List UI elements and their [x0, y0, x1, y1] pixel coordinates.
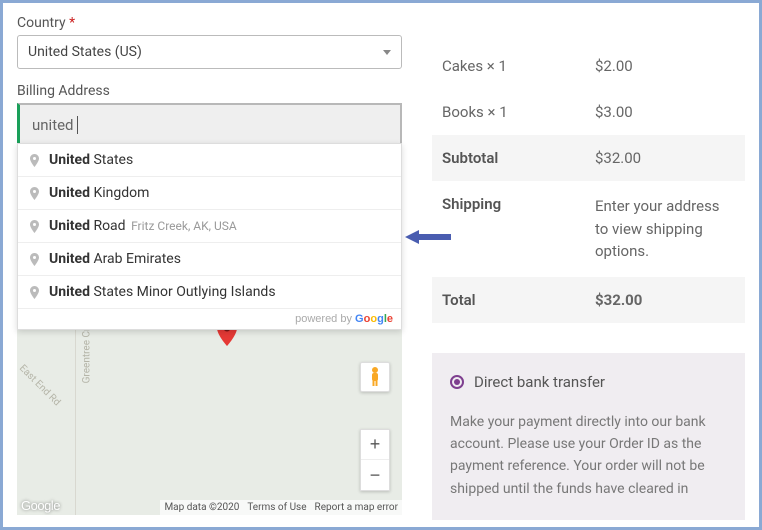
payment-box: Direct bank transfer Make your payment d…: [432, 353, 745, 521]
google-logo: Google: [21, 498, 60, 513]
map-pin-icon: [30, 220, 39, 233]
map-data-label: Map data ©2020: [164, 502, 239, 513]
autocomplete-dropdown: United States United Kingdom United Road…: [17, 143, 402, 330]
zoom-out-button[interactable]: −: [361, 460, 389, 490]
order-subtotal-row: Subtotal $32.00: [432, 135, 745, 181]
country-label: Country *: [17, 15, 402, 31]
order-total-row: Total $32.00: [432, 277, 745, 323]
suggestion-item[interactable]: United Kingdom: [18, 177, 401, 210]
order-row: Books × 1 $3.00: [432, 89, 745, 135]
order-row: Cakes × 1 $2.00: [432, 43, 745, 89]
pegman-icon[interactable]: [360, 362, 390, 392]
powered-by-google: powered by Google: [18, 309, 401, 329]
billing-label: Billing Address: [17, 83, 402, 99]
payment-description: Make your payment directly into our bank…: [450, 411, 727, 501]
country-value: United States (US): [28, 44, 142, 60]
order-shipping-row: Shipping Enter your address to view ship…: [432, 181, 745, 277]
map-road: [75, 300, 76, 515]
required-mark: *: [69, 15, 75, 31]
zoom-control: + −: [360, 429, 390, 491]
suggestion-item[interactable]: United Arab Emirates: [18, 243, 401, 276]
report-link[interactable]: Report a map error: [315, 502, 398, 513]
map-road: [17, 300, 41, 515]
map-road-label: Greentree Cr: [81, 328, 92, 384]
terms-link[interactable]: Terms of Use: [247, 502, 306, 513]
zoom-in-button[interactable]: +: [361, 430, 389, 460]
map-pin-icon: [30, 187, 39, 200]
billing-address-input[interactable]: united: [17, 103, 402, 147]
payment-option[interactable]: Direct bank transfer: [450, 373, 727, 391]
suggestion-item[interactable]: United States Minor Outlying Islands: [18, 276, 401, 309]
map-widget[interactable]: East End Rd Greentree Cr + − Map data ©2…: [17, 300, 402, 515]
chevron-down-icon: [383, 50, 391, 55]
annotation-arrow-icon: [405, 228, 453, 246]
suggestion-item[interactable]: United States: [18, 144, 401, 177]
suggestion-item[interactable]: United Road Fritz Creek, AK, USA: [18, 210, 401, 243]
radio-icon: [450, 375, 464, 389]
map-pin-icon: [30, 253, 39, 266]
map-attribution: Map data ©2020 Terms of Use Report a map…: [160, 500, 402, 515]
text-cursor: [77, 116, 78, 134]
map-pin-icon: [30, 154, 39, 167]
country-select[interactable]: United States (US): [17, 35, 402, 69]
map-pin-icon: [30, 286, 39, 299]
map-road-label: East End Rd: [17, 363, 62, 408]
